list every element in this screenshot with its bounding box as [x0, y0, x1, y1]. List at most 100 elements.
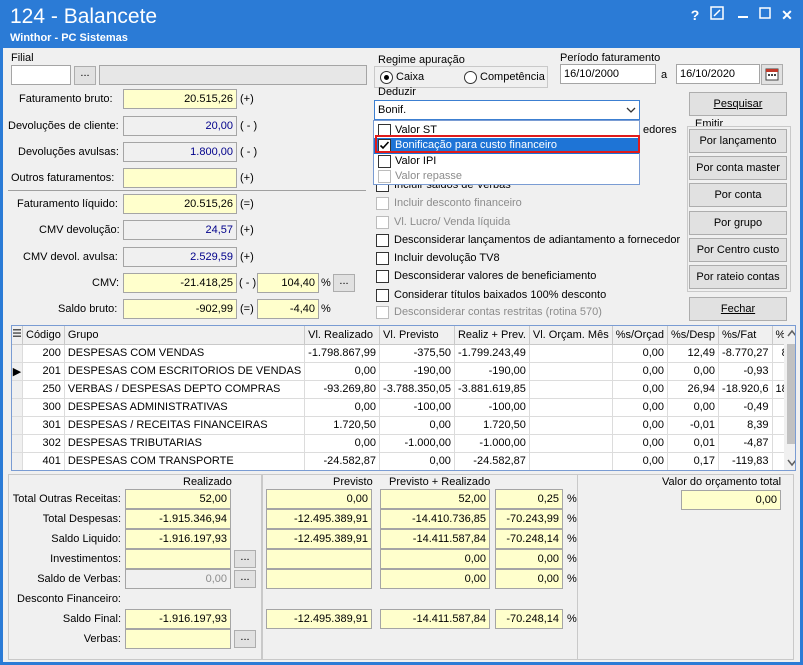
regime-apuracao-label: Regime apuração: [378, 54, 465, 66]
outros-faturamentos-input[interactable]: [123, 168, 237, 188]
valor-ipi-checkbox[interactable]: [378, 155, 391, 168]
col-pct-fat[interactable]: %s/Fat: [718, 326, 773, 345]
desconsiderar-beneficiamento-checkbox[interactable]: [376, 270, 389, 283]
col-pct-orcad[interactable]: %s/Orçad: [612, 326, 669, 345]
previsto-value: [266, 569, 372, 589]
col-vl-previsto[interactable]: Vl. Previsto: [379, 326, 455, 345]
col-pct-desp[interactable]: %s/Desp: [667, 326, 720, 345]
fechar-button[interactable]: Fechar: [689, 297, 787, 321]
calendar-icon[interactable]: [761, 64, 783, 85]
table-cell: [529, 398, 613, 417]
table-cell: -375,50: [379, 344, 455, 363]
col-vl-orcam-mes[interactable]: Vl. Orçam. Mês: [529, 326, 613, 345]
realizado-value: -1.916.197,93: [125, 529, 231, 549]
table-cell: 0,00: [379, 452, 455, 470]
devolucoes-avulsas-label: Devoluções avulsas:: [18, 146, 119, 158]
balancete-grid[interactable]: Código Grupo Vl. Realizado Vl. Previsto …: [11, 325, 796, 471]
pct-sign: %: [321, 277, 331, 289]
devolucoes-avulsas-value: 1.800,00: [123, 142, 237, 162]
table-cell: 0,17: [667, 452, 720, 470]
details-button[interactable]: ...: [234, 550, 256, 568]
pct-sign: %: [567, 613, 577, 625]
considerar-titulos-baixados-label[interactable]: Considerar títulos baixados 100% descont…: [394, 289, 606, 301]
filial-input[interactable]: [11, 65, 71, 85]
table-cell: 0,00: [304, 398, 381, 417]
regime-caixa-label[interactable]: Caixa: [396, 71, 424, 83]
por-grupo-button[interactable]: Por grupo: [689, 211, 787, 235]
por-conta-master-button[interactable]: Por conta master: [689, 156, 787, 180]
periodo-from-input[interactable]: 16/10/2000: [560, 64, 656, 84]
previsto-value: 0,00: [266, 489, 372, 509]
desconsiderar-adiantamento-label[interactable]: Desconsiderar lançamentos de adiantament…: [394, 234, 680, 246]
summary-row-label: Saldo Liquido:: [51, 533, 121, 545]
table-cell: [529, 416, 613, 435]
regime-caixa-radio[interactable]: [380, 71, 393, 84]
por-rateio-contas-button[interactable]: Por rateio contas: [689, 265, 787, 289]
valor-repasse-checkbox: [378, 170, 391, 183]
col-vl-realizado[interactable]: Vl. Realizado: [304, 326, 381, 345]
table-row[interactable]: 300 DESPESAS ADMINISTRATIVAS 0,00 -100,00 -1…: [12, 398, 795, 417]
percent-value: 0,00: [495, 569, 563, 589]
dropdown-item-valor-ipi[interactable]: Valor IPI: [374, 154, 639, 170]
filial-description: [99, 65, 367, 85]
regime-competencia-label[interactable]: Competência: [480, 71, 545, 83]
table-row[interactable]: 200 DESPESAS COM VENDAS -1.798.867,99 -375,…: [12, 344, 795, 363]
grid-scrollbar[interactable]: [784, 326, 795, 470]
table-row[interactable]: 401 DESPESAS COM TRANSPORTE -24.582,87 0,00…: [12, 452, 795, 470]
cmv-pct-value: 104,40: [257, 273, 319, 293]
table-cell: -24.582,87: [304, 452, 381, 470]
deduzir-select[interactable]: Bonif.: [374, 100, 640, 120]
realizado-value[interactable]: [125, 549, 231, 569]
help-button[interactable]: ?: [686, 6, 704, 24]
previsto-value: -12.495.389,91: [266, 529, 372, 549]
table-cell: DESPESAS COM ESCRITORIOS DE VENDAS: [64, 362, 306, 381]
sign: ( - ): [240, 120, 258, 132]
por-lancamento-button[interactable]: Por lançamento: [689, 129, 787, 153]
valor-ipi-label: Valor IPI: [395, 155, 437, 167]
col-codigo[interactable]: Código: [22, 326, 65, 345]
chevron-down-icon[interactable]: [625, 104, 637, 116]
desconsiderar-contas-restritas-checkbox: [376, 306, 389, 319]
maximize-button[interactable]: [756, 6, 774, 24]
table-row[interactable]: 301 DESPESAS / RECEITAS FINANCEIRAS 1.720,…: [12, 416, 795, 435]
desconsiderar-beneficiamento-label[interactable]: Desconsiderar valores de beneficiamento: [394, 270, 596, 282]
considerar-titulos-baixados-checkbox[interactable]: [376, 289, 389, 302]
cmv-details-button[interactable]: ...: [333, 274, 355, 292]
periodo-to-input[interactable]: 16/10/2020: [676, 64, 760, 84]
table-cell: [529, 380, 613, 399]
summary-row-label: Total Outras Receitas:: [12, 493, 121, 505]
percent-value: -70.248,14: [495, 609, 563, 629]
divider: [8, 190, 366, 191]
sign: (+): [240, 251, 254, 263]
col-grupo[interactable]: Grupo: [64, 326, 306, 345]
table-cell: -3.881.619,85: [454, 380, 530, 399]
close-button[interactable]: ✕: [778, 6, 796, 24]
col-realiz-prev[interactable]: Realiz + Prev.: [454, 326, 530, 345]
incluir-devolucao-tv8-label[interactable]: Incluir devolução TV8: [394, 252, 500, 264]
incluir-devolucao-tv8-checkbox[interactable]: [376, 252, 389, 265]
regime-competencia-radio[interactable]: [464, 71, 477, 84]
por-conta-button[interactable]: Por conta: [689, 183, 787, 207]
realizado-value: 52,00: [125, 489, 231, 509]
highlight-box: [375, 135, 640, 153]
edit-icon[interactable]: [708, 6, 726, 24]
sign: (+): [240, 172, 254, 184]
table-cell: -0,01: [667, 416, 720, 435]
cmv-devolucao-value: 24,57: [123, 220, 237, 240]
realizado-value[interactable]: [125, 629, 231, 649]
vl-lucro-checkbox: [376, 216, 389, 229]
table-row[interactable]: ▶ 201 DESPESAS COM ESCRITORIOS DE VENDAS 0,…: [12, 362, 795, 381]
details-button[interactable]: ...: [234, 630, 256, 648]
table-row[interactable]: 250 VERBAS / DESPESAS DEPTO COMPRAS -93.26…: [12, 380, 795, 399]
filial-search-button[interactable]: ...: [74, 66, 96, 85]
table-row[interactable]: 302 DESPESAS TRIBUTARIAS 0,00 -1.000,00 -1.0…: [12, 434, 795, 453]
minimize-button[interactable]: [734, 6, 752, 24]
previsto-value: -12.495.389,91: [266, 609, 372, 629]
pesquisar-button[interactable]: Pesquisar: [689, 92, 787, 116]
grid-menu-icon[interactable]: [12, 326, 23, 345]
realizado-value: -1.916.197,93: [125, 609, 231, 629]
desconsiderar-adiantamento-checkbox[interactable]: [376, 234, 389, 247]
sign: (+): [240, 93, 254, 105]
por-centro-custo-button[interactable]: Por Centro custo: [689, 238, 787, 262]
previsto-header: Previsto: [333, 476, 373, 488]
